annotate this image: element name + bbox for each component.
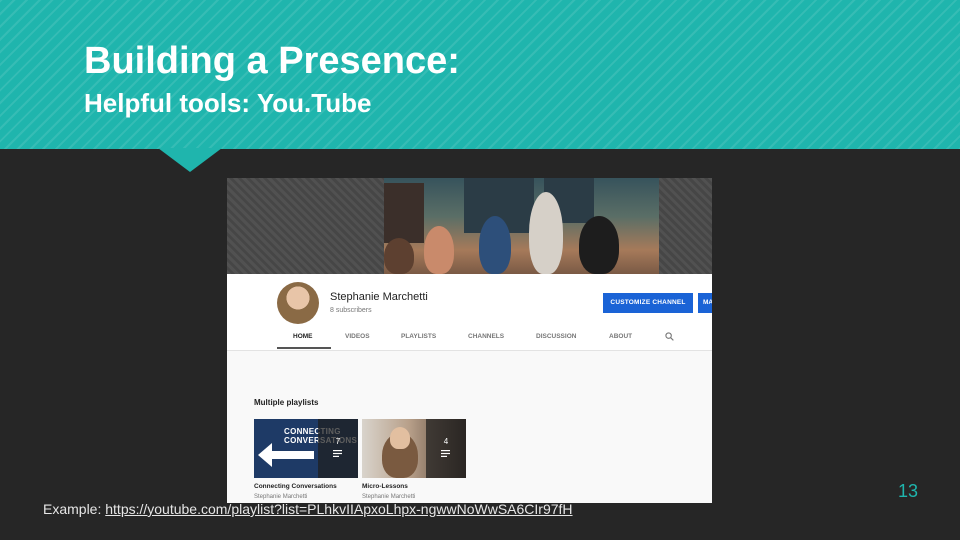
playlist-thumbnail-connecting[interactable]: CONNECTING CONVERSATIONS 7 — [254, 419, 358, 478]
manage-videos-button[interactable]: MA — [698, 293, 712, 313]
playlist-icon — [441, 450, 450, 457]
customize-channel-button[interactable]: CUSTOMIZE CHANNEL — [603, 293, 693, 313]
section-title: Multiple playlists — [254, 398, 319, 407]
example-link[interactable]: https://youtube.com/playlist?list=PLhkvI… — [105, 501, 572, 517]
playlist-title-connecting[interactable]: Connecting Conversations — [254, 483, 337, 490]
tab-home[interactable]: HOME — [293, 333, 313, 340]
playlist-thumbnail-micro-lessons[interactable]: 4 — [362, 419, 466, 478]
arrow-graphic — [258, 443, 314, 467]
playlist-overlay: 7 — [318, 419, 358, 478]
playlist-author[interactable]: Stephanie Marchetti — [362, 494, 415, 500]
tabs-divider — [227, 350, 712, 351]
tab-about[interactable]: ABOUT — [609, 333, 632, 340]
tab-channels[interactable]: CHANNELS — [468, 333, 504, 340]
channel-name[interactable]: Stephanie Marchetti — [330, 291, 428, 303]
playlist-video-count: 7 — [335, 437, 341, 446]
playlist-video-count: 4 — [443, 437, 449, 446]
banner-photo — [384, 178, 659, 274]
playlist-title-micro-lessons[interactable]: Micro-Lessons — [362, 483, 408, 490]
slide-subtitle: Helpful tools: You.Tube — [84, 88, 372, 118]
active-tab-indicator — [277, 347, 331, 349]
playlist-overlay: 4 — [426, 419, 466, 478]
presenter-face — [390, 427, 410, 449]
tab-playlists[interactable]: PLAYLISTS — [401, 333, 436, 340]
channel-avatar[interactable] — [277, 282, 319, 324]
playlist-author[interactable]: Stephanie Marchetti — [254, 494, 307, 500]
playlist-icon — [333, 450, 342, 457]
slide-number: 13 — [897, 481, 918, 501]
channel-banner — [227, 178, 712, 274]
search-icon[interactable] — [665, 332, 674, 341]
subscriber-count: 8 subscribers — [330, 307, 372, 314]
slide-title: Building a Presence: — [84, 40, 460, 82]
example-line: Example: https://youtube.com/playlist?li… — [43, 501, 573, 517]
header-pointer — [158, 148, 222, 172]
slide-header: Building a Presence: Helpful tools: You.… — [0, 0, 960, 149]
tab-videos[interactable]: VIDEOS — [345, 333, 370, 340]
example-label: Example: — [43, 501, 102, 517]
tab-discussion[interactable]: DISCUSSION — [536, 333, 576, 340]
